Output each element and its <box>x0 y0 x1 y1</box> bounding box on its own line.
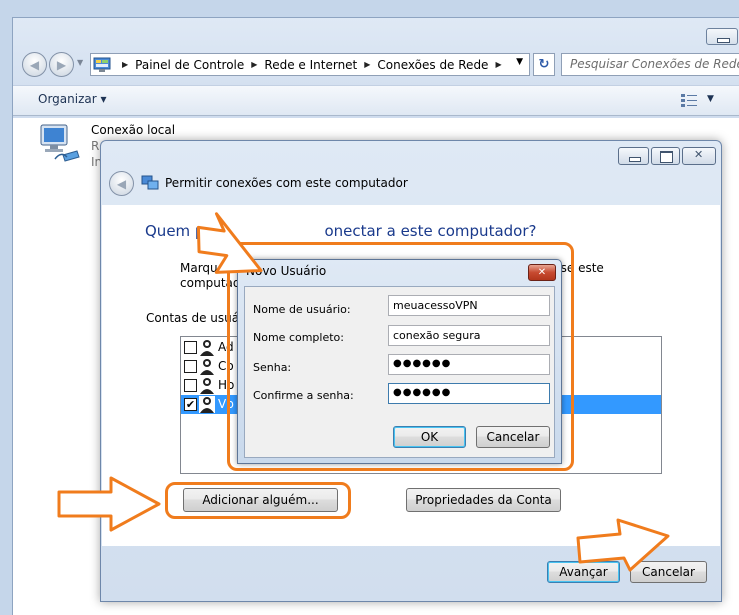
breadcrumb-item-control-panel[interactable]: Painel de Controle <box>135 58 244 72</box>
account-checkbox[interactable] <box>184 360 197 373</box>
add-button-highlight <box>165 482 351 519</box>
forward-button[interactable]: ▶ <box>49 52 74 77</box>
wizard-back-button[interactable]: ◀ <box>109 171 134 196</box>
views-dropdown[interactable]: ▼ <box>707 94 714 104</box>
account-checkbox[interactable]: ✔ <box>184 398 197 411</box>
breadcrumb-separator-icon[interactable]: ▶ <box>495 60 501 69</box>
back-button[interactable]: ◀ <box>22 52 47 77</box>
organize-label: Organizar <box>38 92 97 106</box>
connection-status: R <box>91 139 100 153</box>
wizard-heading-part2: onectar a este computador? <box>324 222 537 240</box>
breadcrumb-separator-icon[interactable]: ▶ <box>364 60 370 69</box>
organize-menu[interactable]: Organizar ▾ <box>38 92 107 106</box>
connection-name[interactable]: Conexão local <box>91 123 175 137</box>
user-icon <box>200 340 214 356</box>
breadcrumb-separator-icon[interactable]: ▶ <box>251 60 257 69</box>
address-bar[interactable]: ▶ Painel de Controle ▶ Rede e Internet ▶… <box>90 53 530 76</box>
account-properties-button[interactable]: Propriedades da Conta <box>406 488 561 512</box>
recent-pages-dropdown[interactable]: ▼ <box>77 58 83 67</box>
refresh-icon: ↻ <box>538 57 550 72</box>
arrow-annotation-icon <box>576 518 670 572</box>
account-checkbox[interactable] <box>184 379 197 392</box>
user-icon <box>200 359 214 375</box>
refresh-button[interactable]: ↻ <box>533 53 555 76</box>
address-history-dropdown[interactable]: ▼ <box>516 57 523 67</box>
arrow-annotation-icon <box>196 212 263 274</box>
forward-arrow-icon: ▶ <box>56 57 67 72</box>
explorer-frame: ◀ ▶ ▼ ▶ Painel de Controle ▶ Rede e Inte… <box>13 18 739 118</box>
wizard-minimize-button[interactable] <box>618 147 649 165</box>
dialog-highlight <box>227 242 574 471</box>
wizard-title: Permitir conexões com este computador <box>165 176 408 190</box>
network-connection-icon[interactable] <box>37 121 81 165</box>
wizard-maximize-button[interactable] <box>651 147 680 165</box>
network-icon <box>141 175 159 190</box>
back-arrow-icon: ◀ <box>116 176 127 191</box>
back-arrow-icon: ◀ <box>29 57 40 72</box>
breadcrumb-item-network-connections[interactable]: Conexões de Rede <box>377 58 488 72</box>
explorer-minimize-button[interactable] <box>706 28 738 45</box>
breadcrumb-item-network-internet[interactable]: Rede e Internet <box>264 58 357 72</box>
search-input[interactable]: Pesquisar Conexões de Rede <box>561 53 739 76</box>
user-icon <box>199 396 215 413</box>
command-bar: Organizar ▾ ▼ <box>13 85 739 116</box>
arrow-annotation-icon <box>57 476 161 532</box>
user-icon <box>200 378 214 394</box>
views-icon[interactable] <box>681 94 697 107</box>
breadcrumb-separator-icon: ▶ <box>122 60 129 69</box>
control-panel-icon <box>93 57 111 72</box>
wizard-close-button[interactable] <box>682 147 716 165</box>
account-checkbox[interactable] <box>184 341 197 354</box>
